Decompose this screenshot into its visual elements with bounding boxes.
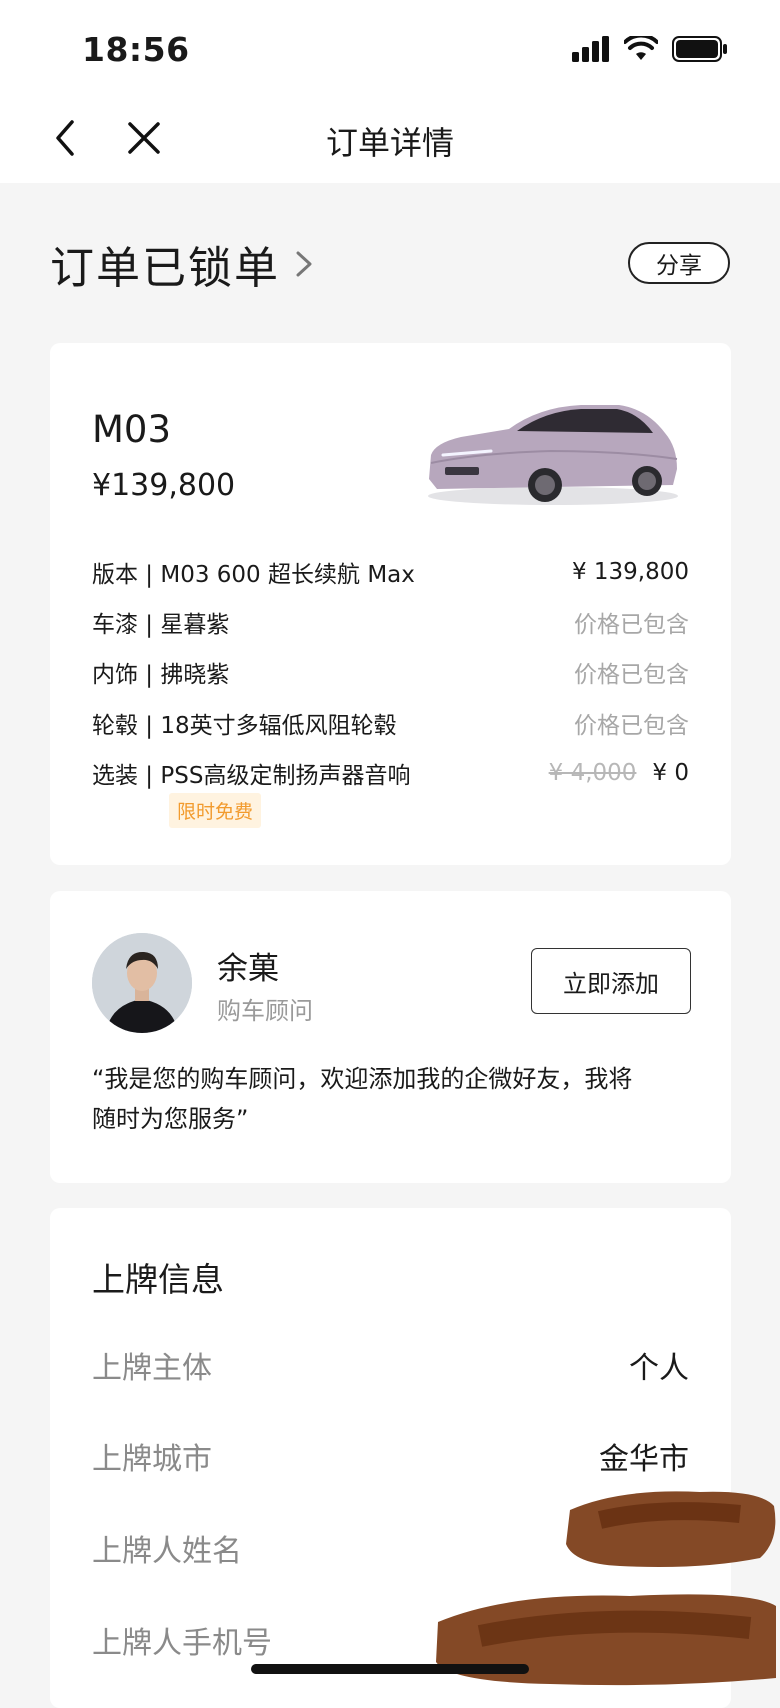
chevron-right-icon <box>296 251 312 277</box>
spec-value: ¥ 139,800 <box>571 559 689 585</box>
order-status-title: 订单已锁单 <box>50 243 280 294</box>
advisor-photo <box>92 933 192 1033</box>
spec-row-paint: 车漆 | 星暮紫 价格已包含 <box>92 606 689 638</box>
spec-label: 轮毂 | 18英寸多辐低风阻轮毂 <box>92 713 397 739</box>
spec-value-group: ¥ 4,000 ¥ 0 <box>549 760 689 786</box>
advisor-quote: “我是您的购车顾问，欢迎添加我的企微好友，我将 随时为您服务” <box>92 1059 689 1139</box>
plate-row-owner-type[interactable]: 上牌主体 个人 <box>92 1345 689 1386</box>
plate-info-title: 上牌信息 <box>92 1260 224 1299</box>
spec-label: 选装 | PSS高级定制扬声器音响 <box>92 763 411 789</box>
order-status-link[interactable]: 订单已锁单 <box>50 232 316 296</box>
cellular-signal-icon <box>572 36 609 62</box>
spec-row-interior: 内饰 | 拂晓紫 价格已包含 <box>92 656 689 688</box>
original-price: ¥ 4,000 <box>548 760 637 786</box>
plate-value: 个人 <box>629 1351 689 1386</box>
status-time: 18:56 <box>82 30 190 69</box>
promo-badge: 限时免费 <box>169 793 262 828</box>
spec-value: 价格已包含 <box>574 713 689 739</box>
plate-row-city[interactable]: 上牌城市 金华市 <box>92 1436 689 1477</box>
plate-value: 金华市 <box>599 1442 689 1477</box>
advisor-card: 余菓 购车顾问 立即添加 “我是您的购车顾问，欢迎添加我的企微好友，我将 随时为… <box>50 891 731 1183</box>
advisor-name: 余菓 <box>217 951 279 987</box>
spec-label: 版本 | M03 600 超长续航 Max <box>92 562 415 588</box>
spec-row-option: 选装 | PSS高级定制扬声器音响 ¥ 4,000 ¥ 0 <box>92 757 689 789</box>
plate-label: 上牌人姓名 <box>92 1534 242 1569</box>
status-icons <box>572 36 728 62</box>
car-image <box>428 405 678 505</box>
battery-icon <box>672 36 727 62</box>
spec-label: 车漆 | 星暮紫 <box>92 612 230 638</box>
home-indicator[interactable] <box>251 1664 529 1674</box>
wifi-icon <box>624 36 658 60</box>
advisor-quote-line: “我是您的购车顾问，欢迎添加我的企微好友，我将 <box>92 1065 633 1093</box>
advisor-quote-line: 随时为您服务” <box>92 1105 249 1133</box>
plate-label: 上牌主体 <box>92 1351 212 1386</box>
plate-label: 上牌城市 <box>92 1442 212 1477</box>
car-model-name: M03 <box>92 408 172 451</box>
spec-value: 价格已包含 <box>574 612 689 638</box>
add-advisor-button[interactable]: 立即添加 <box>531 948 691 1014</box>
advisor-role: 购车顾问 <box>217 997 313 1025</box>
spec-row-version: 版本 | M03 600 超长续航 Max ¥ 139,800 <box>92 556 689 588</box>
share-button[interactable]: 分享 <box>628 242 730 284</box>
top-bar: 18:56 订单详情 <box>0 0 780 183</box>
spec-value: 价格已包含 <box>574 662 689 688</box>
avatar <box>92 933 192 1033</box>
car-total-price: ¥139,800 <box>92 468 236 503</box>
plate-label: 上牌人手机号 <box>92 1626 272 1661</box>
car-config-card: M03 ¥139,800 版本 | M03 600 超长续航 Max ¥ 139… <box>50 343 731 865</box>
spec-value: ¥ 0 <box>652 760 689 786</box>
spec-row-wheels: 轮毂 | 18英寸多辐低风阻轮毂 价格已包含 <box>92 707 689 739</box>
redaction-mark <box>566 1491 776 1567</box>
page-title: 订单详情 <box>325 124 454 162</box>
spec-label: 内饰 | 拂晓紫 <box>92 662 230 688</box>
